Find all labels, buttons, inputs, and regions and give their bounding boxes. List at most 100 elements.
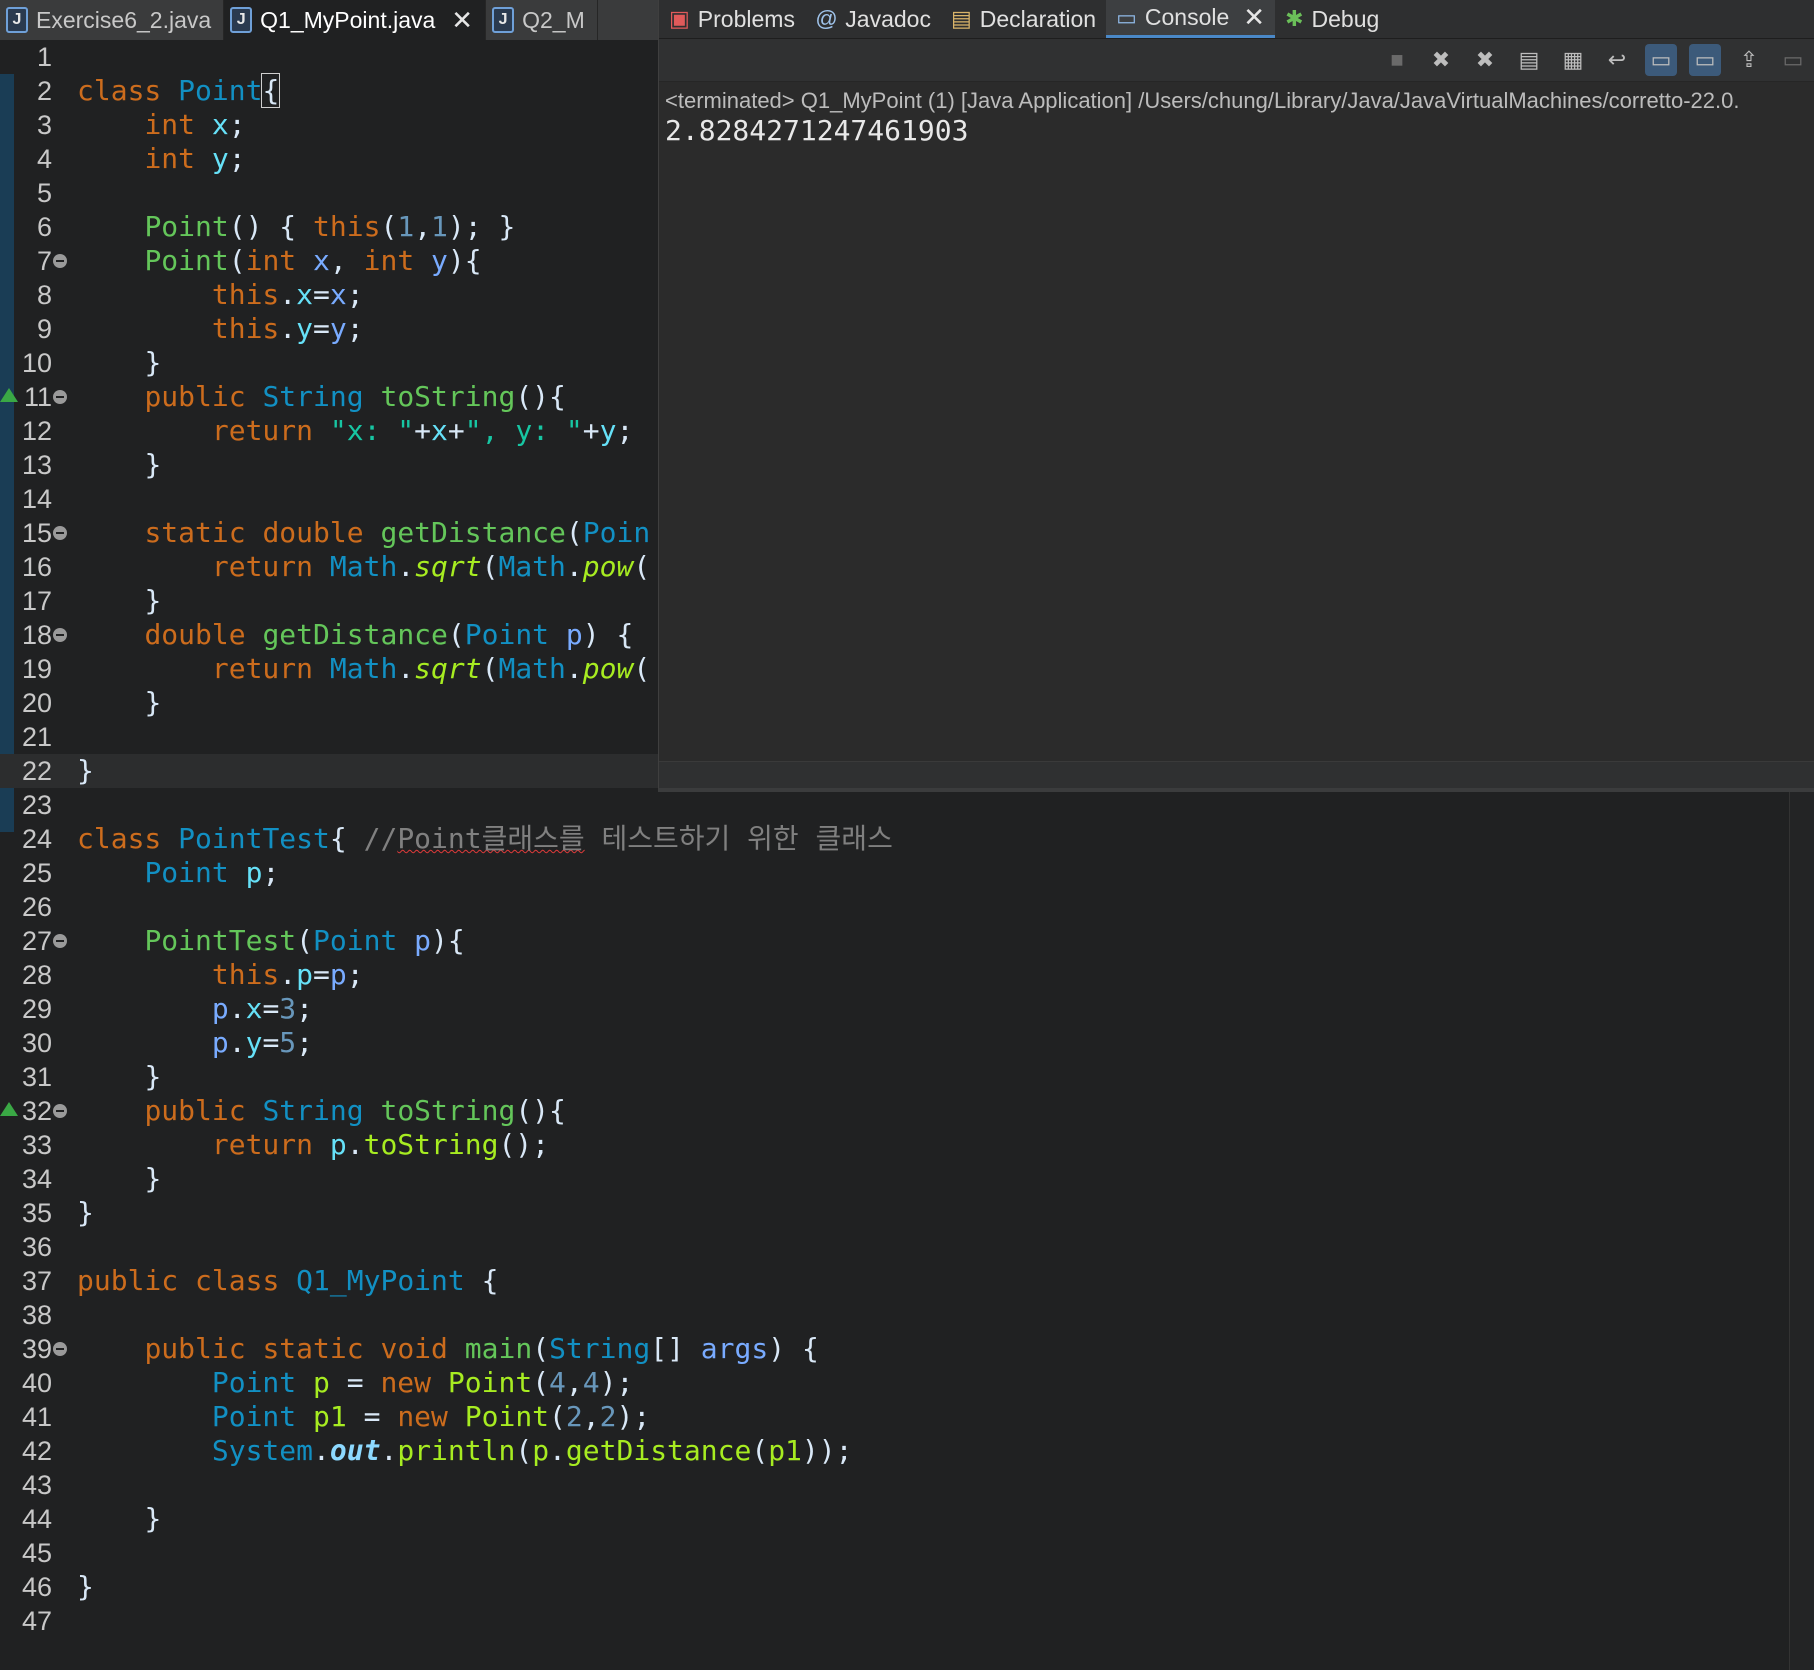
pin-console-icon[interactable]: ⇪ [1733, 44, 1765, 76]
code-text: public String toString(){ [77, 1094, 565, 1128]
token: Point [144, 210, 229, 243]
terminate-icon[interactable]: ■ [1381, 44, 1413, 76]
remove-all-terminated-icon[interactable]: ✖ [1469, 44, 1501, 76]
line-number: 28 [21, 960, 52, 990]
code-text: this.p=p; [77, 958, 364, 992]
line-number: 5 [36, 178, 52, 208]
token: Point [144, 856, 246, 889]
token: p [313, 1366, 330, 1399]
close-icon[interactable]: ✕ [1243, 2, 1265, 33]
clear-console-icon[interactable]: ▤ [1513, 44, 1545, 76]
tab-declaration[interactable]: ▤ Declaration [941, 0, 1106, 38]
tab-problems[interactable]: ▣ Problems [659, 0, 805, 38]
code-line: 45 [0, 1536, 1814, 1570]
spelling-error[interactable]: 클래스를 [482, 822, 585, 855]
collapse-icon[interactable] [53, 390, 67, 404]
token: x [296, 278, 314, 311]
spelling-error[interactable]: Point [397, 822, 481, 855]
show-on-stderr-icon[interactable]: ▭ [1689, 44, 1721, 76]
editor-tab-label: Exercise6_2.java [36, 6, 212, 33]
token: getDistance [262, 618, 448, 651]
editor-tab-exercise6-2[interactable]: J Exercise6_2.java [0, 0, 225, 40]
line-number: 27 [21, 926, 52, 956]
token: ( [447, 618, 465, 651]
token: class [77, 74, 179, 107]
problems-icon: ▣ [669, 6, 690, 31]
token: p [211, 992, 229, 1025]
code-text: return Math.sqrt(Math.pow( [77, 550, 650, 584]
code-line: 44 } [0, 1502, 1814, 1536]
token: . [279, 958, 297, 991]
token: y [599, 414, 617, 447]
collapse-icon[interactable] [53, 254, 67, 268]
token: class [195, 1264, 297, 1297]
tab-console[interactable]: ▭ Console ✕ [1106, 0, 1276, 38]
editor-vertical-scrollbar[interactable] [1789, 788, 1814, 1670]
line-number: 34 [21, 1164, 52, 1194]
token: } [144, 584, 162, 617]
code-text: this.x=x; [77, 278, 364, 312]
token: p [211, 1026, 229, 1059]
token: . [565, 550, 583, 583]
token: } [144, 448, 162, 481]
token: } [77, 1196, 94, 1229]
token: y [245, 1026, 263, 1059]
code-text: } [77, 584, 161, 618]
code-text: public class Q1_MyPoint { [77, 1264, 498, 1298]
collapse-icon[interactable] [53, 628, 67, 642]
token: . [279, 278, 297, 311]
code-line: 46} [0, 1570, 1814, 1604]
console-horizontal-scrollbar[interactable] [659, 761, 1814, 788]
line-number: 40 [21, 1368, 52, 1398]
token: = [262, 1026, 280, 1059]
tab-javadoc[interactable]: @ Javadoc [805, 0, 941, 38]
word-wrap-icon[interactable]: ↩ [1601, 44, 1633, 76]
token: 1 [431, 210, 448, 243]
token: p1 [768, 1434, 802, 1467]
code-line: 37 public class Q1_MyPoint { [0, 1264, 1814, 1298]
javadoc-icon: @ [814, 6, 838, 31]
editor-tab-q2[interactable]: J Q2_M [486, 0, 598, 40]
token: public [77, 1264, 196, 1297]
code-text: int y; [77, 142, 245, 176]
line-number: 45 [21, 1538, 52, 1568]
line-number: 14 [21, 484, 52, 514]
line-number: 39 [21, 1334, 52, 1364]
token: = [313, 312, 330, 345]
scroll-lock-icon[interactable]: ▦ [1557, 44, 1589, 76]
token: 2 [599, 1400, 617, 1433]
token: x [431, 414, 448, 447]
editor-tab-q1-mypoint[interactable]: J Q1_MyPoint.java ✕ [224, 0, 487, 40]
line-number: 4 [36, 144, 52, 174]
code-text: public String toString(){ [77, 380, 565, 414]
token: ; [296, 992, 314, 1025]
token: return [211, 1128, 330, 1161]
collapse-icon[interactable] [53, 1342, 67, 1356]
collapse-icon[interactable] [53, 1104, 67, 1118]
token: static [262, 1332, 381, 1365]
collapse-icon[interactable] [53, 934, 67, 948]
token: sqrt [414, 550, 482, 583]
tab-debug[interactable]: ✱ Debug [1275, 0, 1389, 38]
line-number: 30 [21, 1028, 52, 1058]
remove-launch-icon[interactable]: ✖ [1425, 44, 1457, 76]
token: = [313, 278, 330, 311]
token: ){ [431, 924, 465, 957]
line-number: 31 [21, 1062, 52, 1092]
line-number: 37 [21, 1266, 52, 1296]
console-output[interactable]: 2.8284271247461903 [659, 114, 1814, 147]
line-number: 3 [36, 110, 52, 140]
token: System [211, 1434, 314, 1467]
token: (); [498, 1128, 550, 1161]
token: args [700, 1332, 769, 1365]
collapse-icon[interactable] [53, 526, 67, 540]
line-number: 15 [21, 518, 52, 548]
token: p [245, 856, 263, 889]
code-text: } [77, 346, 161, 380]
show-on-stdout-icon[interactable]: ▭ [1645, 44, 1677, 76]
display-console-icon[interactable]: ▭ [1777, 44, 1809, 76]
close-icon[interactable]: ✕ [451, 5, 473, 36]
token: getDistance [565, 1434, 752, 1467]
token: ; [346, 312, 364, 345]
token: y [431, 244, 448, 277]
